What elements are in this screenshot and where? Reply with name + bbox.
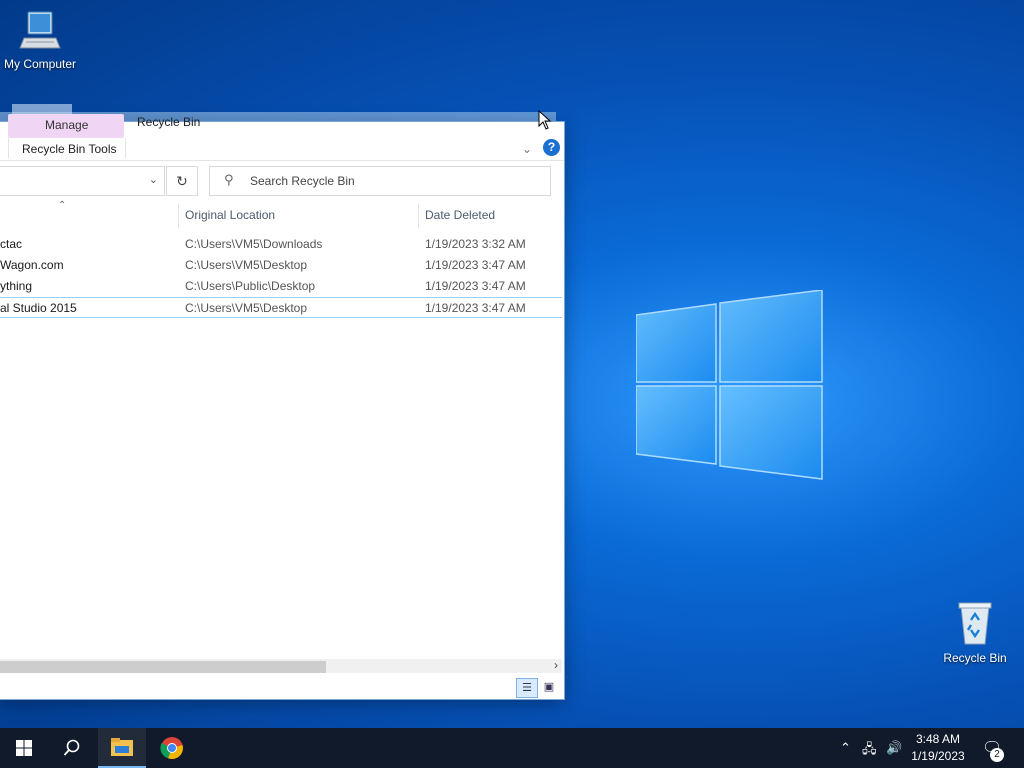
desktop-icon-recycle-bin[interactable]: Recycle Bin bbox=[935, 600, 1015, 665]
ribbon-tab-manage-label: Manage bbox=[45, 118, 89, 132]
column-separator[interactable] bbox=[178, 204, 179, 228]
file-row[interactable]: ctac C:\Users\VM5\Downloads 1/19/2023 3:… bbox=[0, 234, 562, 255]
windows-start-icon bbox=[16, 740, 32, 756]
refresh-icon: ↻ bbox=[176, 173, 188, 189]
file-original-location: C:\Users\Public\Desktop bbox=[185, 279, 316, 293]
chevron-down-icon[interactable]: ⌄ bbox=[149, 173, 158, 186]
refresh-button[interactable]: ↻ bbox=[166, 166, 198, 196]
ribbon-tab-manage[interactable]: Manage bbox=[8, 114, 124, 138]
taskbar: ⌃ 🖧 🔊 3:48 AM 1/19/2023 🗨 2 bbox=[0, 728, 1024, 768]
clock-date: 1/19/2023 bbox=[911, 749, 965, 763]
file-name: ctac bbox=[0, 237, 23, 251]
recycle-bin-icon bbox=[958, 602, 992, 645]
file-row[interactable]: Wagon.com C:\Users\VM5\Desktop 1/19/2023… bbox=[0, 255, 562, 276]
column-header-original-location[interactable]: Original Location bbox=[185, 208, 275, 222]
taskbar-clock[interactable]: 3:48 AM 1/19/2023 bbox=[900, 731, 976, 765]
file-row[interactable]: ything C:\Users\Public\Desktop 1/19/2023… bbox=[0, 276, 562, 297]
taskbar-chrome[interactable] bbox=[148, 728, 196, 768]
status-bar: ☰ ▣ bbox=[0, 674, 564, 698]
windows-logo-wallpaper bbox=[636, 290, 823, 480]
scrollbar-thumb[interactable] bbox=[0, 661, 326, 673]
recycle-bin-window: Recycle Bin Tools ⌄ ? ⌄ ↻ ⚲ Search Recyc… bbox=[0, 122, 564, 699]
desktop-icon-label: Recycle Bin bbox=[943, 651, 1007, 665]
address-bar[interactable]: ⌄ bbox=[0, 166, 165, 196]
details-view-icon: ☰ bbox=[522, 682, 532, 694]
details-view-button[interactable]: ☰ bbox=[516, 678, 538, 698]
ribbon-tools-label: Recycle Bin Tools bbox=[22, 142, 117, 156]
help-icon[interactable]: ? bbox=[543, 139, 560, 156]
ribbon-expand-chevron-icon[interactable]: ⌄ bbox=[522, 142, 532, 156]
file-original-location: C:\Users\VM5\Desktop bbox=[185, 258, 308, 272]
file-date-deleted: 1/19/2023 3:32 AM bbox=[425, 237, 526, 251]
desktop-icon-my-computer[interactable]: My Computer bbox=[0, 8, 80, 71]
file-name: al Studio 2015 bbox=[0, 301, 77, 315]
taskbar-file-explorer[interactable] bbox=[98, 728, 146, 768]
horizontal-scrollbar[interactable]: › bbox=[0, 658, 562, 673]
notification-count-badge: 2 bbox=[990, 748, 1004, 762]
search-placeholder: Search Recycle Bin bbox=[250, 174, 355, 188]
scroll-right-icon[interactable]: › bbox=[554, 658, 558, 672]
column-separator[interactable] bbox=[418, 204, 419, 228]
file-date-deleted: 1/19/2023 3:47 AM bbox=[425, 279, 526, 293]
file-original-location: C:\Users\VM5\Downloads bbox=[185, 237, 323, 251]
desktop-icon-label: My Computer bbox=[3, 57, 77, 71]
chrome-icon bbox=[160, 737, 183, 760]
show-hidden-icons-chevron-icon[interactable]: ⌃ bbox=[840, 740, 851, 756]
file-name: Wagon.com bbox=[0, 258, 64, 272]
search-icon bbox=[63, 739, 80, 756]
file-explorer-icon bbox=[111, 738, 133, 756]
large-icons-view-icon: ▣ bbox=[543, 681, 555, 693]
file-date-deleted: 1/19/2023 3:47 AM bbox=[425, 258, 526, 272]
file-row-selected[interactable]: al Studio 2015 C:\Users\VM5\Desktop 1/19… bbox=[0, 297, 562, 318]
clock-time: 3:48 AM bbox=[915, 732, 961, 746]
taskbar-search-button[interactable] bbox=[48, 728, 96, 768]
start-button[interactable] bbox=[0, 728, 48, 768]
search-icon: ⚲ bbox=[224, 172, 234, 187]
mouse-cursor-icon bbox=[538, 110, 552, 130]
window-title: Recycle Bin bbox=[137, 115, 201, 129]
network-icon[interactable]: 🖧 bbox=[862, 740, 877, 762]
file-date-deleted: 1/19/2023 3:47 AM bbox=[425, 301, 526, 315]
search-box[interactable]: ⚲ Search Recycle Bin bbox=[209, 166, 551, 196]
sort-ascending-icon: ⌃ bbox=[58, 200, 67, 211]
file-original-location: C:\Users\VM5\Desktop bbox=[185, 301, 308, 315]
computer-icon bbox=[19, 11, 61, 49]
large-icons-view-button[interactable]: ▣ bbox=[539, 678, 559, 696]
column-header-date-deleted[interactable]: Date Deleted bbox=[425, 208, 495, 222]
file-name: ything bbox=[0, 279, 33, 293]
